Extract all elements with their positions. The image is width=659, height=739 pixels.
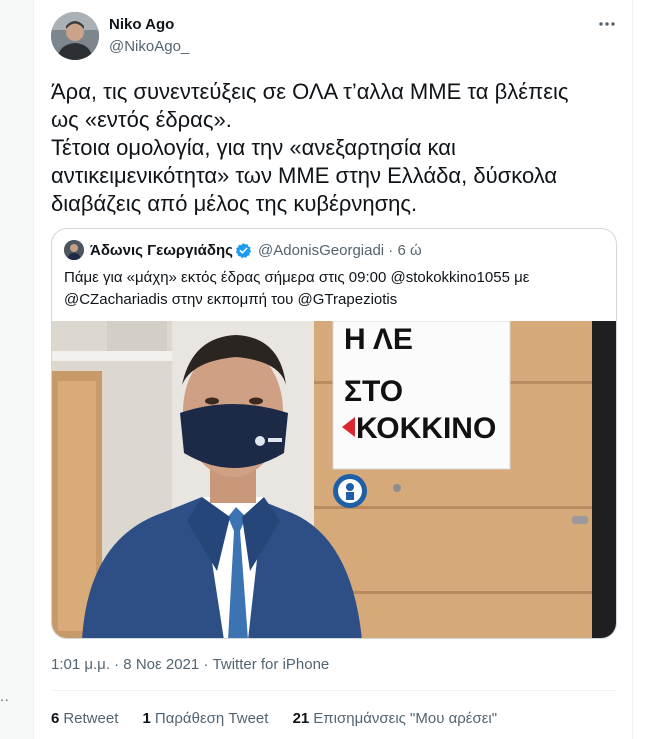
tweet-text-line: Τέτοια ομολογία, για την «ανεξαρτησία κα…	[51, 135, 456, 160]
tweet-timestamp[interactable]: 1:01 μ.μ. · 8 Νοε 2021 · Twitter for iPh…	[51, 656, 329, 673]
tweet-text: Άρα, τις συνεντεύξεις σε ΟΛΑ τ’αλλα ΜΜΕ …	[51, 78, 621, 218]
tweet-text-line: ως «εντός έδρας».	[51, 107, 232, 132]
author-handle[interactable]: @NikoAgo_	[109, 38, 189, 55]
quoted-tweet-text: Πάμε για «μάχη» εκτός έδρας σήμερα στις …	[64, 267, 604, 311]
quoted-author-meta: @AdonisGeorgiadi · 6 ώ	[258, 242, 422, 259]
quoted-text-line: @CZachariadis στην εκπομπή του @GTrapezi…	[64, 291, 398, 308]
quote-tweets-stat[interactable]: 1 Παράθεση Tweet	[143, 710, 269, 727]
photo-sign-text: ΣΤΟ	[344, 375, 403, 408]
tweet-stats: 6 Retweet 1 Παράθεση Tweet 21 Επισημάνσεις …	[51, 710, 517, 727]
tweet-text-line: διαβάζεις από μέλος της κυβέρνησης.	[51, 191, 418, 216]
author-avatar[interactable]	[51, 12, 99, 60]
photo-sign-text: Η ΛΕ	[344, 323, 413, 356]
retweets-stat[interactable]: 6 Retweet	[51, 710, 118, 727]
tweet-text-line: Άρα, τις συνεντεύξεις σε ΟΛΑ τ’αλλα ΜΜΕ …	[51, 79, 569, 104]
quoted-author-name[interactable]: Άδωνις Γεωργιάδης	[90, 242, 233, 259]
quoted-tweet-photo[interactable]: Η ΛΕ ΣΤΟ ΚΟΚΚΙΝΟ	[52, 320, 616, 638]
more-horizontal-icon[interactable]	[597, 14, 617, 39]
verified-badge-icon	[235, 242, 252, 259]
quotes-label: Παράθεση Tweet	[154, 710, 269, 727]
likes-label: Επισημάνσεις "Μου αρέσει"	[313, 710, 498, 727]
tweet-card: Niko Ago @NikoAgo_ Άρα, τις συνεντεύξεις…	[35, 0, 632, 739]
retweets-count: 6	[51, 710, 60, 727]
retweets-label: Retweet	[63, 710, 119, 727]
quoted-author-avatar[interactable]	[64, 240, 84, 260]
photo-sign-text: ΚΟΚΚΙΝΟ	[356, 412, 496, 445]
likes-count: 21	[292, 710, 310, 727]
tweet-text-line: αντικειμενικότητα» των ΜΜΕ στην Ελλάδα, …	[51, 163, 558, 188]
quoted-tweet[interactable]: Άδωνις Γεωργιάδης @AdonisGeorgiadi · 6 ώ…	[51, 228, 617, 639]
left-sidebar-edge	[0, 0, 34, 739]
avatar-photo	[51, 12, 99, 60]
quotes-count: 1	[142, 710, 151, 727]
right-column-edge	[632, 0, 659, 739]
divider	[51, 690, 617, 691]
likes-stat[interactable]: 21 Επισημάνσεις "Μου αρέσει"	[293, 710, 498, 727]
author-name[interactable]: Niko Ago	[109, 16, 174, 33]
left-sidebar-more-icon[interactable]: ..	[0, 688, 10, 704]
quoted-text-line: Πάμε για «μάχη» εκτός έδρας σήμερα στις …	[64, 269, 530, 286]
